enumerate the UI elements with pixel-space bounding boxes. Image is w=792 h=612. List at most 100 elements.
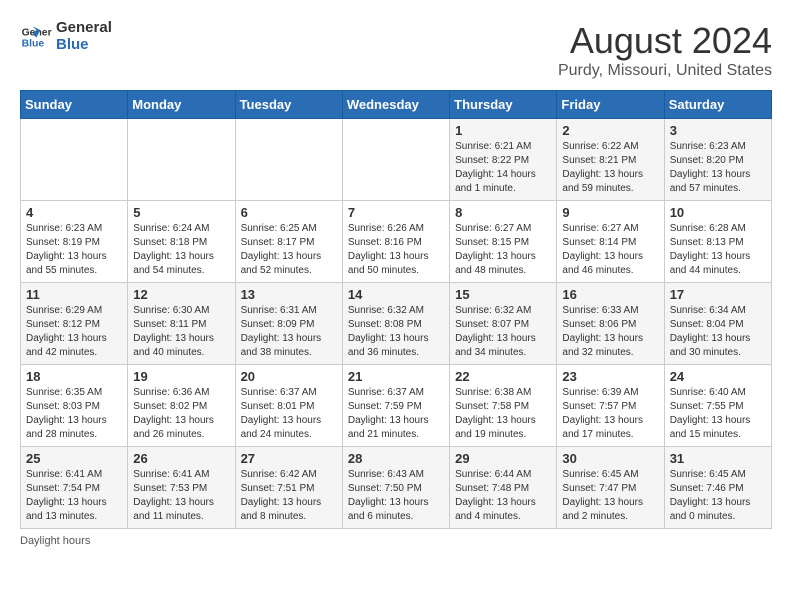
day-number: 18 <box>26 369 122 384</box>
day-info: Sunrise: 6:27 AM Sunset: 8:15 PM Dayligh… <box>455 222 551 278</box>
calendar-cell: 4 Sunrise: 6:23 AM Sunset: 8:19 PM Daylig… <box>21 201 128 283</box>
calendar-header-row: SundayMondayTuesdayWednesdayThursdayFrid… <box>21 91 772 119</box>
calendar-week-row: 11 Sunrise: 6:29 AM Sunset: 8:12 PM Dayli… <box>21 283 772 365</box>
calendar-header-monday: Monday <box>128 91 235 119</box>
day-number: 30 <box>562 451 658 466</box>
calendar-cell: 28Sunrise: 6:43 AM Sunset: 7:50 PM Dayli… <box>342 447 449 529</box>
footer-note: Daylight hours <box>20 535 772 547</box>
calendar-cell: 9Sunrise: 6:27 AM Sunset: 8:14 PM Daylig… <box>557 201 664 283</box>
day-info: Sunrise: 6:29 AM Sunset: 8:12 PM Dayligh… <box>26 304 122 360</box>
day-info: Sunrise: 6:45 AM Sunset: 7:47 PM Dayligh… <box>562 468 658 524</box>
calendar-header-wednesday: Wednesday <box>342 91 449 119</box>
logo-text-blue: Blue <box>56 37 112 54</box>
calendar-header-thursday: Thursday <box>450 91 557 119</box>
month-title: August 2024 <box>558 20 772 62</box>
calendar-cell: 20 Sunrise: 6:37 AM Sunset: 8:01 PM Dayli… <box>235 365 342 447</box>
calendar-cell <box>342 119 449 201</box>
calendar-header-friday: Friday <box>557 91 664 119</box>
day-number: 21 <box>348 369 444 384</box>
day-info: Sunrise: 6:34 AM Sunset: 8:04 PM Dayligh… <box>670 304 766 360</box>
day-info: Sunrise: 6:45 AM Sunset: 7:46 PM Dayligh… <box>670 468 766 524</box>
day-info: Sunrise: 6:33 AM Sunset: 8:06 PM Dayligh… <box>562 304 658 360</box>
calendar-cell: 14Sunrise: 6:32 AM Sunset: 8:08 PM Dayli… <box>342 283 449 365</box>
day-number: 22 <box>455 369 551 384</box>
calendar-cell: 22 Sunrise: 6:38 AM Sunset: 7:58 PM Dayli… <box>450 365 557 447</box>
calendar-cell: 2 Sunrise: 6:22 AM Sunset: 8:21 PM Daylig… <box>557 119 664 201</box>
calendar-header-sunday: Sunday <box>21 91 128 119</box>
calendar-cell: 29 Sunrise: 6:44 AM Sunset: 7:48 PM Dayli… <box>450 447 557 529</box>
logo-icon: General Blue <box>20 21 52 53</box>
calendar-cell: 6Sunrise: 6:25 AM Sunset: 8:17 PM Daylig… <box>235 201 342 283</box>
day-info: Sunrise: 6:21 AM Sunset: 8:22 PM Dayligh… <box>455 140 551 196</box>
calendar-cell <box>128 119 235 201</box>
day-info: Sunrise: 6:38 AM Sunset: 7:58 PM Dayligh… <box>455 386 551 442</box>
calendar-cell: 23 Sunrise: 6:39 AM Sunset: 7:57 PM Dayli… <box>557 365 664 447</box>
page-header: General Blue General Blue August 2024 Pu… <box>20 20 772 80</box>
calendar-cell: 12Sunrise: 6:30 AM Sunset: 8:11 PM Dayli… <box>128 283 235 365</box>
day-info: Sunrise: 6:41 AM Sunset: 7:53 PM Dayligh… <box>133 468 229 524</box>
day-info: Sunrise: 6:37 AM Sunset: 8:01 PM Dayligh… <box>241 386 337 442</box>
day-number: 13 <box>241 287 337 302</box>
logo-text-general: General <box>56 20 112 37</box>
calendar-cell: 31 Sunrise: 6:45 AM Sunset: 7:46 PM Dayli… <box>664 447 771 529</box>
svg-text:Blue: Blue <box>22 38 45 49</box>
day-info: Sunrise: 6:25 AM Sunset: 8:17 PM Dayligh… <box>241 222 337 278</box>
calendar-cell: 8 Sunrise: 6:27 AM Sunset: 8:15 PM Daylig… <box>450 201 557 283</box>
day-number: 16 <box>562 287 658 302</box>
calendar-cell: 3Sunrise: 6:23 AM Sunset: 8:20 PM Daylig… <box>664 119 771 201</box>
day-number: 29 <box>455 451 551 466</box>
calendar-header-tuesday: Tuesday <box>235 91 342 119</box>
day-number: 2 <box>562 123 658 138</box>
calendar-cell: 13 Sunrise: 6:31 AM Sunset: 8:09 PM Dayli… <box>235 283 342 365</box>
day-number: 4 <box>26 205 122 220</box>
calendar-cell: 17Sunrise: 6:34 AM Sunset: 8:04 PM Dayli… <box>664 283 771 365</box>
day-number: 8 <box>455 205 551 220</box>
day-number: 1 <box>455 123 551 138</box>
location-title: Purdy, Missouri, United States <box>558 62 772 80</box>
day-number: 7 <box>348 205 444 220</box>
calendar-cell <box>21 119 128 201</box>
calendar-week-row: 1 Sunrise: 6:21 AM Sunset: 8:22 PM Daylig… <box>21 119 772 201</box>
calendar-cell: 7Sunrise: 6:26 AM Sunset: 8:16 PM Daylig… <box>342 201 449 283</box>
day-number: 9 <box>562 205 658 220</box>
logo: General Blue General Blue <box>20 20 112 53</box>
day-info: Sunrise: 6:42 AM Sunset: 7:51 PM Dayligh… <box>241 468 337 524</box>
day-number: 23 <box>562 369 658 384</box>
calendar-week-row: 4 Sunrise: 6:23 AM Sunset: 8:19 PM Daylig… <box>21 201 772 283</box>
day-info: Sunrise: 6:36 AM Sunset: 8:02 PM Dayligh… <box>133 386 229 442</box>
day-info: Sunrise: 6:22 AM Sunset: 8:21 PM Dayligh… <box>562 140 658 196</box>
day-info: Sunrise: 6:39 AM Sunset: 7:57 PM Dayligh… <box>562 386 658 442</box>
calendar-cell: 15 Sunrise: 6:32 AM Sunset: 8:07 PM Dayli… <box>450 283 557 365</box>
calendar-cell: 18 Sunrise: 6:35 AM Sunset: 8:03 PM Dayli… <box>21 365 128 447</box>
day-info: Sunrise: 6:30 AM Sunset: 8:11 PM Dayligh… <box>133 304 229 360</box>
day-info: Sunrise: 6:24 AM Sunset: 8:18 PM Dayligh… <box>133 222 229 278</box>
day-info: Sunrise: 6:35 AM Sunset: 8:03 PM Dayligh… <box>26 386 122 442</box>
day-info: Sunrise: 6:41 AM Sunset: 7:54 PM Dayligh… <box>26 468 122 524</box>
day-info: Sunrise: 6:28 AM Sunset: 8:13 PM Dayligh… <box>670 222 766 278</box>
day-number: 27 <box>241 451 337 466</box>
day-info: Sunrise: 6:43 AM Sunset: 7:50 PM Dayligh… <box>348 468 444 524</box>
day-number: 31 <box>670 451 766 466</box>
calendar-cell: 16 Sunrise: 6:33 AM Sunset: 8:06 PM Dayli… <box>557 283 664 365</box>
day-number: 20 <box>241 369 337 384</box>
day-number: 19 <box>133 369 229 384</box>
calendar-cell: 10 Sunrise: 6:28 AM Sunset: 8:13 PM Dayli… <box>664 201 771 283</box>
calendar-cell: 1 Sunrise: 6:21 AM Sunset: 8:22 PM Daylig… <box>450 119 557 201</box>
calendar-cell: 25Sunrise: 6:41 AM Sunset: 7:54 PM Dayli… <box>21 447 128 529</box>
day-info: Sunrise: 6:31 AM Sunset: 8:09 PM Dayligh… <box>241 304 337 360</box>
day-info: Sunrise: 6:40 AM Sunset: 7:55 PM Dayligh… <box>670 386 766 442</box>
day-number: 14 <box>348 287 444 302</box>
calendar-week-row: 18 Sunrise: 6:35 AM Sunset: 8:03 PM Dayli… <box>21 365 772 447</box>
day-info: Sunrise: 6:32 AM Sunset: 8:07 PM Dayligh… <box>455 304 551 360</box>
calendar-week-row: 25Sunrise: 6:41 AM Sunset: 7:54 PM Dayli… <box>21 447 772 529</box>
calendar-cell: 27 Sunrise: 6:42 AM Sunset: 7:51 PM Dayli… <box>235 447 342 529</box>
day-info: Sunrise: 6:23 AM Sunset: 8:20 PM Dayligh… <box>670 140 766 196</box>
day-info: Sunrise: 6:44 AM Sunset: 7:48 PM Dayligh… <box>455 468 551 524</box>
day-number: 15 <box>455 287 551 302</box>
day-info: Sunrise: 6:23 AM Sunset: 8:19 PM Dayligh… <box>26 222 122 278</box>
day-number: 11 <box>26 287 122 302</box>
day-info: Sunrise: 6:37 AM Sunset: 7:59 PM Dayligh… <box>348 386 444 442</box>
calendar-table: SundayMondayTuesdayWednesdayThursdayFrid… <box>20 90 772 529</box>
day-number: 10 <box>670 205 766 220</box>
calendar-cell: 11 Sunrise: 6:29 AM Sunset: 8:12 PM Dayli… <box>21 283 128 365</box>
